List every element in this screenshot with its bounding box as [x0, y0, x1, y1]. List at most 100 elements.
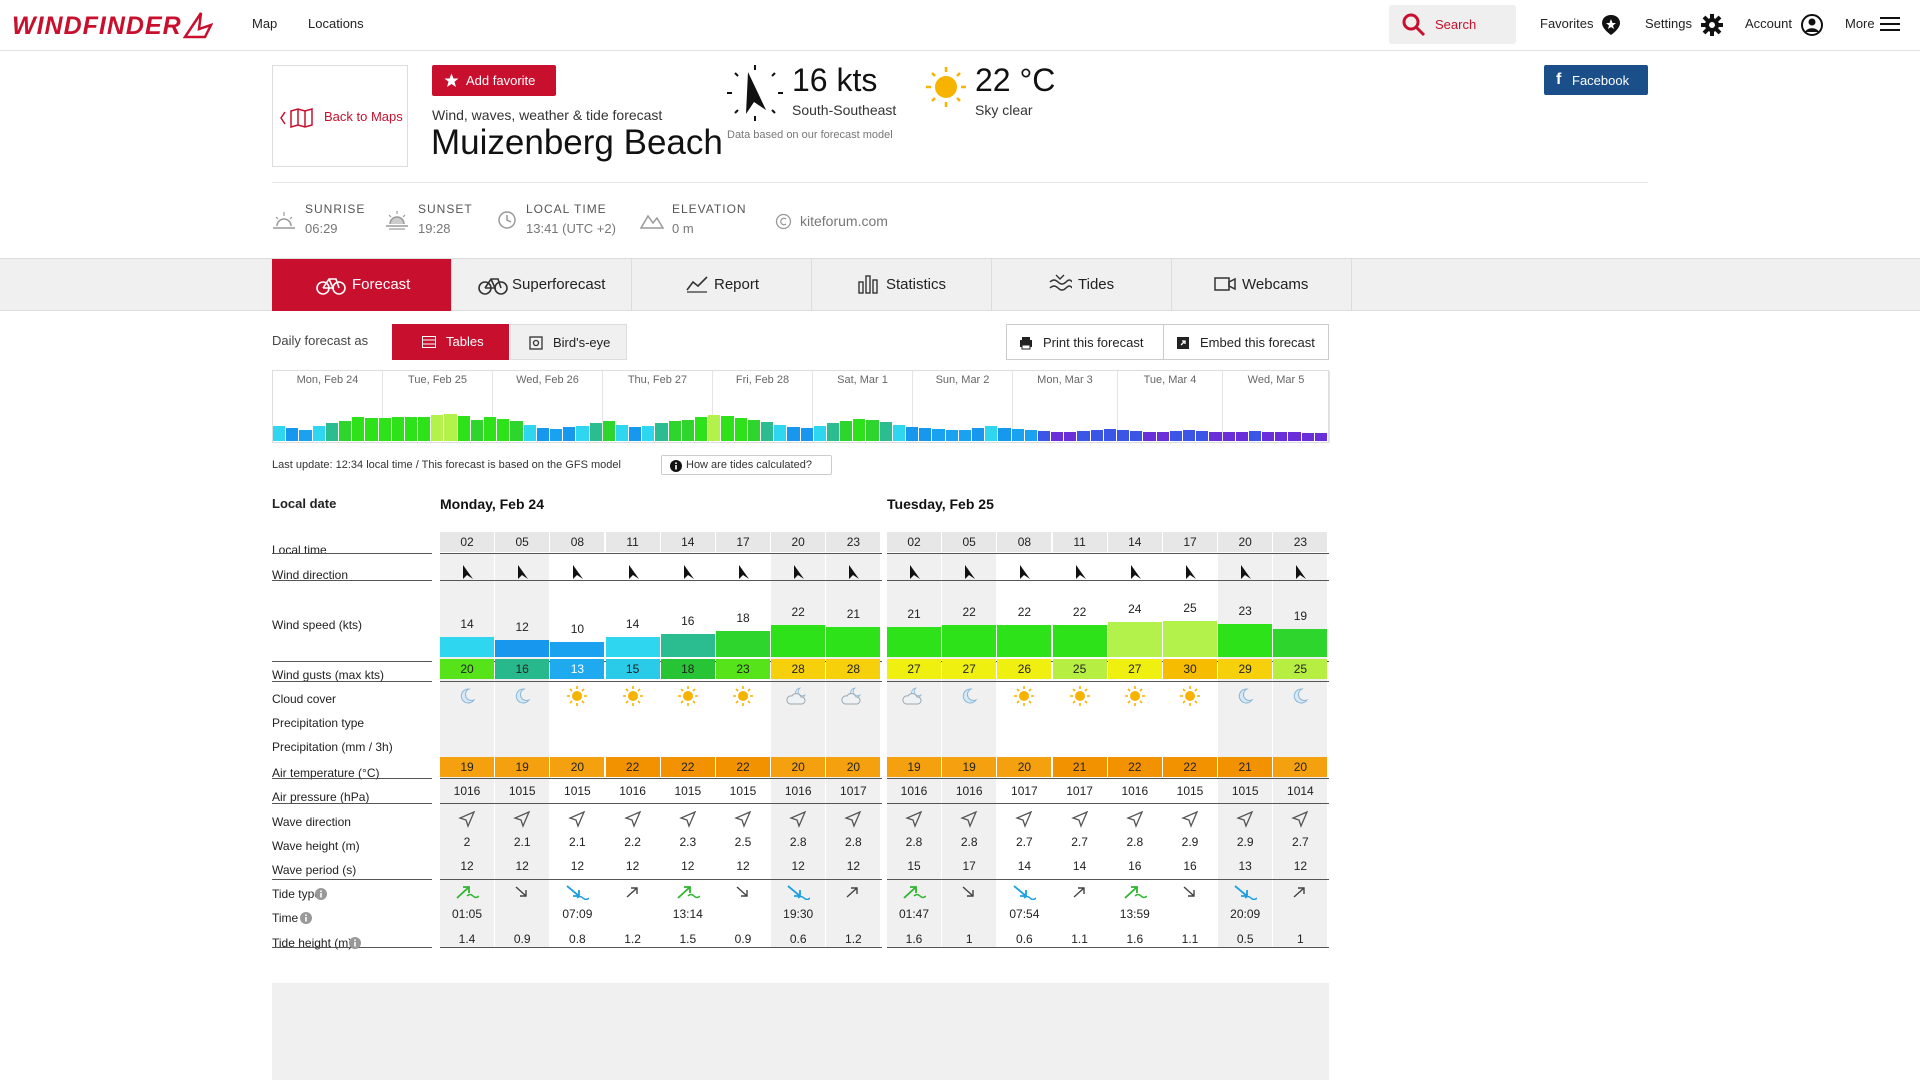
wave-arrow-icon	[1125, 810, 1144, 828]
strip-bar	[866, 420, 879, 441]
settings-link[interactable]: Settings	[1645, 16, 1692, 31]
credit-link[interactable]: kiteforum.com	[800, 213, 888, 229]
overview-strip[interactable]: Mon, Feb 24 Tue, Feb 25 Wed, Feb 26 Thu, Fe…	[272, 370, 1330, 443]
account-icon[interactable]	[1800, 13, 1824, 37]
strip-bar	[484, 416, 497, 441]
how-tides-button[interactable]: How are tides calculated?	[661, 455, 832, 475]
wind-arrow-icon	[910, 565, 920, 579]
label-divider	[272, 661, 432, 662]
strip-bar	[787, 426, 800, 441]
strip-bar	[747, 420, 760, 441]
page-subtitle: Wind, waves, weather & tide forecast	[432, 107, 663, 123]
favorites-link[interactable]: Favorites	[1540, 16, 1593, 31]
birdseye-icon	[529, 336, 543, 350]
copyright-icon	[775, 213, 792, 230]
birdseye-view-button[interactable]: Bird's-eye	[510, 324, 627, 360]
table-divider	[440, 803, 882, 804]
logo[interactable]: WINDFINDER	[12, 12, 182, 41]
table-divider	[887, 580, 1329, 581]
wave-height-cell: 2.3	[679, 835, 697, 849]
print-forecast-button[interactable]: Print this forecast	[1006, 324, 1165, 360]
strip-bar	[1103, 428, 1116, 441]
gust-cell: 28	[826, 659, 881, 679]
tables-view-button[interactable]: Tables	[392, 324, 509, 360]
wind-speed-value: 22	[962, 605, 976, 619]
local-date-label: Local date	[272, 496, 337, 511]
strip-bar	[629, 426, 642, 441]
wind-arrow-icon	[683, 565, 694, 579]
wave-arrow-icon	[458, 810, 476, 828]
pressure-cell: 1015	[564, 784, 591, 798]
nav-map[interactable]: Map	[252, 16, 277, 31]
info-icon[interactable]	[315, 888, 327, 900]
favorites-icon[interactable]	[1600, 13, 1622, 37]
tab-superforecast[interactable]: Superforecast	[452, 259, 632, 311]
sun-icon	[733, 686, 753, 706]
tab-webcams[interactable]: Webcams	[1172, 259, 1352, 311]
wind-speed-bar	[1273, 629, 1328, 657]
wind-speed-value: 21	[846, 607, 861, 621]
facebook-icon: f	[1556, 71, 1562, 88]
menu-icon[interactable]	[1880, 16, 1900, 32]
table-divider	[887, 947, 1329, 948]
strip-bar	[985, 425, 998, 441]
search-button[interactable]: Search	[1389, 5, 1516, 44]
elevation-value: 0 m	[672, 221, 694, 236]
wind-speed-value: 24	[1128, 602, 1142, 616]
strip-bar	[971, 427, 985, 441]
tide-height-cell: 1.1	[1071, 932, 1088, 946]
strip-bar	[906, 426, 919, 441]
time-cell: 23	[1273, 532, 1328, 552]
localtime-value: 13:41 (UTC +2)	[526, 221, 616, 236]
pressure-cell: 1015	[1231, 784, 1259, 798]
air-temp-cell: 20	[826, 757, 881, 777]
embed-forecast-button[interactable]: Embed this forecast	[1163, 324, 1329, 360]
add-favorite-button[interactable]: Add favorite	[432, 65, 556, 96]
pressure-cell: 1017	[840, 784, 867, 798]
strip-bar	[1130, 431, 1143, 441]
tide-icon	[1049, 274, 1072, 291]
tide-time-cell: 01:47	[898, 907, 930, 921]
strip-bar	[919, 427, 932, 441]
facebook-button[interactable]: f Facebook	[1544, 65, 1648, 95]
nav-locations[interactable]: Locations	[308, 16, 364, 31]
strip-bar	[774, 424, 787, 441]
tab-report[interactable]: Report	[632, 259, 812, 311]
strip-day-label: Sat, Mar 1	[837, 374, 888, 386]
wind-speed-bar	[716, 631, 770, 657]
table-divider	[440, 879, 882, 880]
wind-speed-bar	[495, 640, 550, 657]
gear-icon[interactable]	[1700, 13, 1724, 37]
gust-cell: 23	[716, 659, 770, 679]
wind-speed-bar	[1107, 622, 1162, 657]
tide-time-cell: 07:54	[1009, 907, 1040, 921]
wind-speed-bar	[1052, 625, 1107, 657]
info-icon[interactable]	[349, 937, 361, 949]
wind-speed-value: 22	[1072, 605, 1087, 619]
wind-speed-bar	[942, 625, 997, 657]
low-tide-icon	[566, 885, 590, 900]
wave-period-cell: 14	[1072, 859, 1087, 873]
back-to-maps-button[interactable]: Back to Maps	[272, 65, 408, 167]
more-link[interactable]: More	[1845, 16, 1875, 31]
strip-bar	[457, 415, 470, 441]
wind-speed-value: 16	[681, 614, 695, 628]
wave-period-cell: 15	[907, 859, 921, 873]
pressure-cell: 1017	[1011, 784, 1038, 798]
strip-bar	[536, 427, 549, 441]
tab-statistics-label: Statistics	[886, 276, 947, 293]
account-link[interactable]: Account	[1745, 16, 1792, 31]
tide-time-cell: 13:59	[1119, 907, 1150, 921]
tab-forecast[interactable]: Forecast	[272, 259, 452, 311]
logo-mark-icon[interactable]	[183, 11, 213, 39]
tide-height-cell: 1.5	[679, 932, 697, 946]
air-temp-cell: 20	[997, 757, 1052, 777]
time-cell: 23	[826, 532, 881, 552]
tab-statistics[interactable]: Statistics	[812, 259, 992, 311]
info-icon[interactable]	[300, 912, 312, 924]
embed-icon	[1177, 337, 1189, 349]
wave-arrow-icon	[623, 810, 641, 828]
strip-bar	[721, 415, 734, 441]
tab-tides[interactable]: Tides	[992, 259, 1172, 311]
table-icon	[422, 336, 436, 348]
